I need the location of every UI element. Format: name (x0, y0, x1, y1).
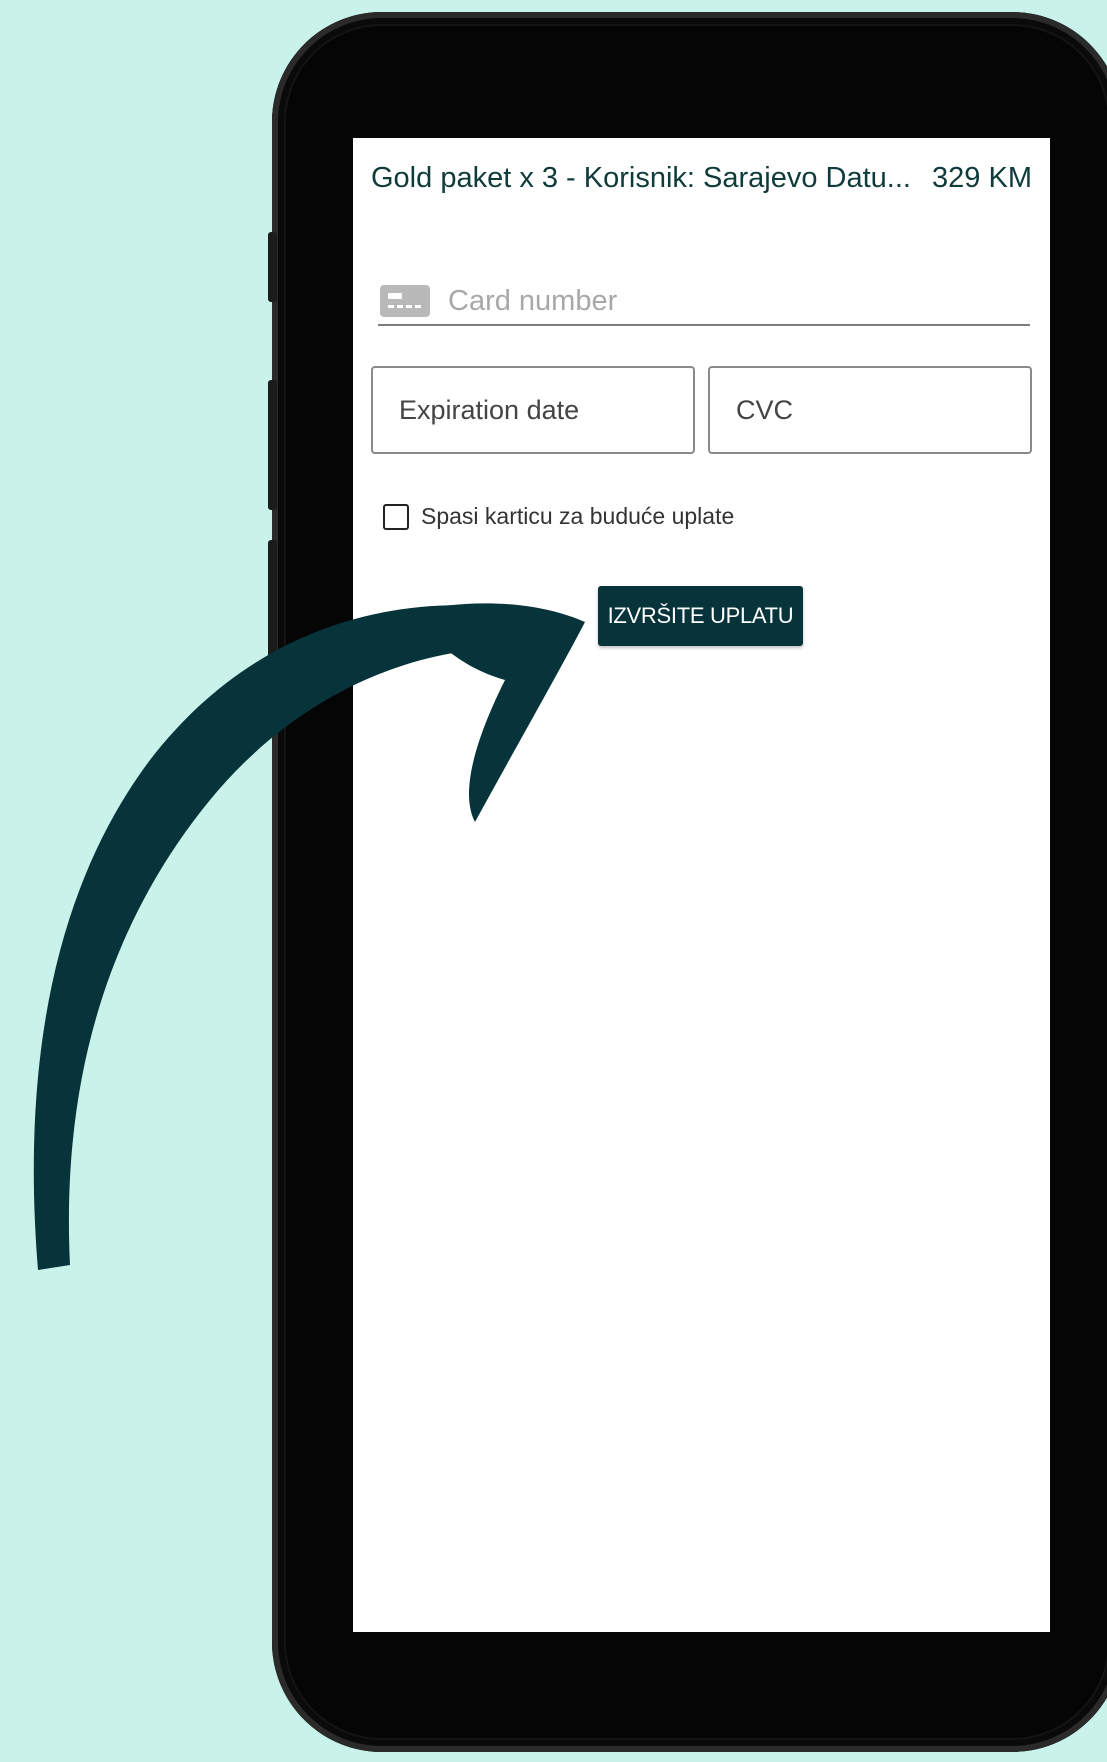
save-card-checkbox[interactable] (383, 503, 409, 530)
card-number-input[interactable]: Card number (378, 278, 1030, 326)
credit-card-icon (380, 285, 430, 317)
cvc-input[interactable]: CVC (708, 366, 1032, 454)
phone-volume-down-button (268, 540, 277, 670)
order-price: 329 KM (932, 161, 1032, 194)
order-summary: Gold paket x 3 - Korisnik: Sarajevo Datu… (371, 158, 1032, 198)
phone-volume-up-button (268, 380, 277, 510)
expiration-date-input[interactable]: Expiration date (371, 366, 695, 454)
card-number-placeholder: Card number (448, 284, 618, 317)
payment-screen: Gold paket x 3 - Korisnik: Sarajevo Datu… (353, 138, 1050, 1632)
save-card-label: Spasi karticu za buduće uplate (421, 503, 735, 529)
phone-side-button (268, 232, 277, 302)
cvc-placeholder: CVC (736, 394, 794, 425)
pay-button[interactable]: IZVRŠITE UPLATU (598, 586, 803, 646)
order-title: Gold paket x 3 - Korisnik: Sarajevo Datu… (371, 161, 911, 194)
save-card-option[interactable]: Spasi karticu za buduće uplate (383, 503, 734, 530)
expiration-date-placeholder: Expiration date (399, 394, 580, 425)
